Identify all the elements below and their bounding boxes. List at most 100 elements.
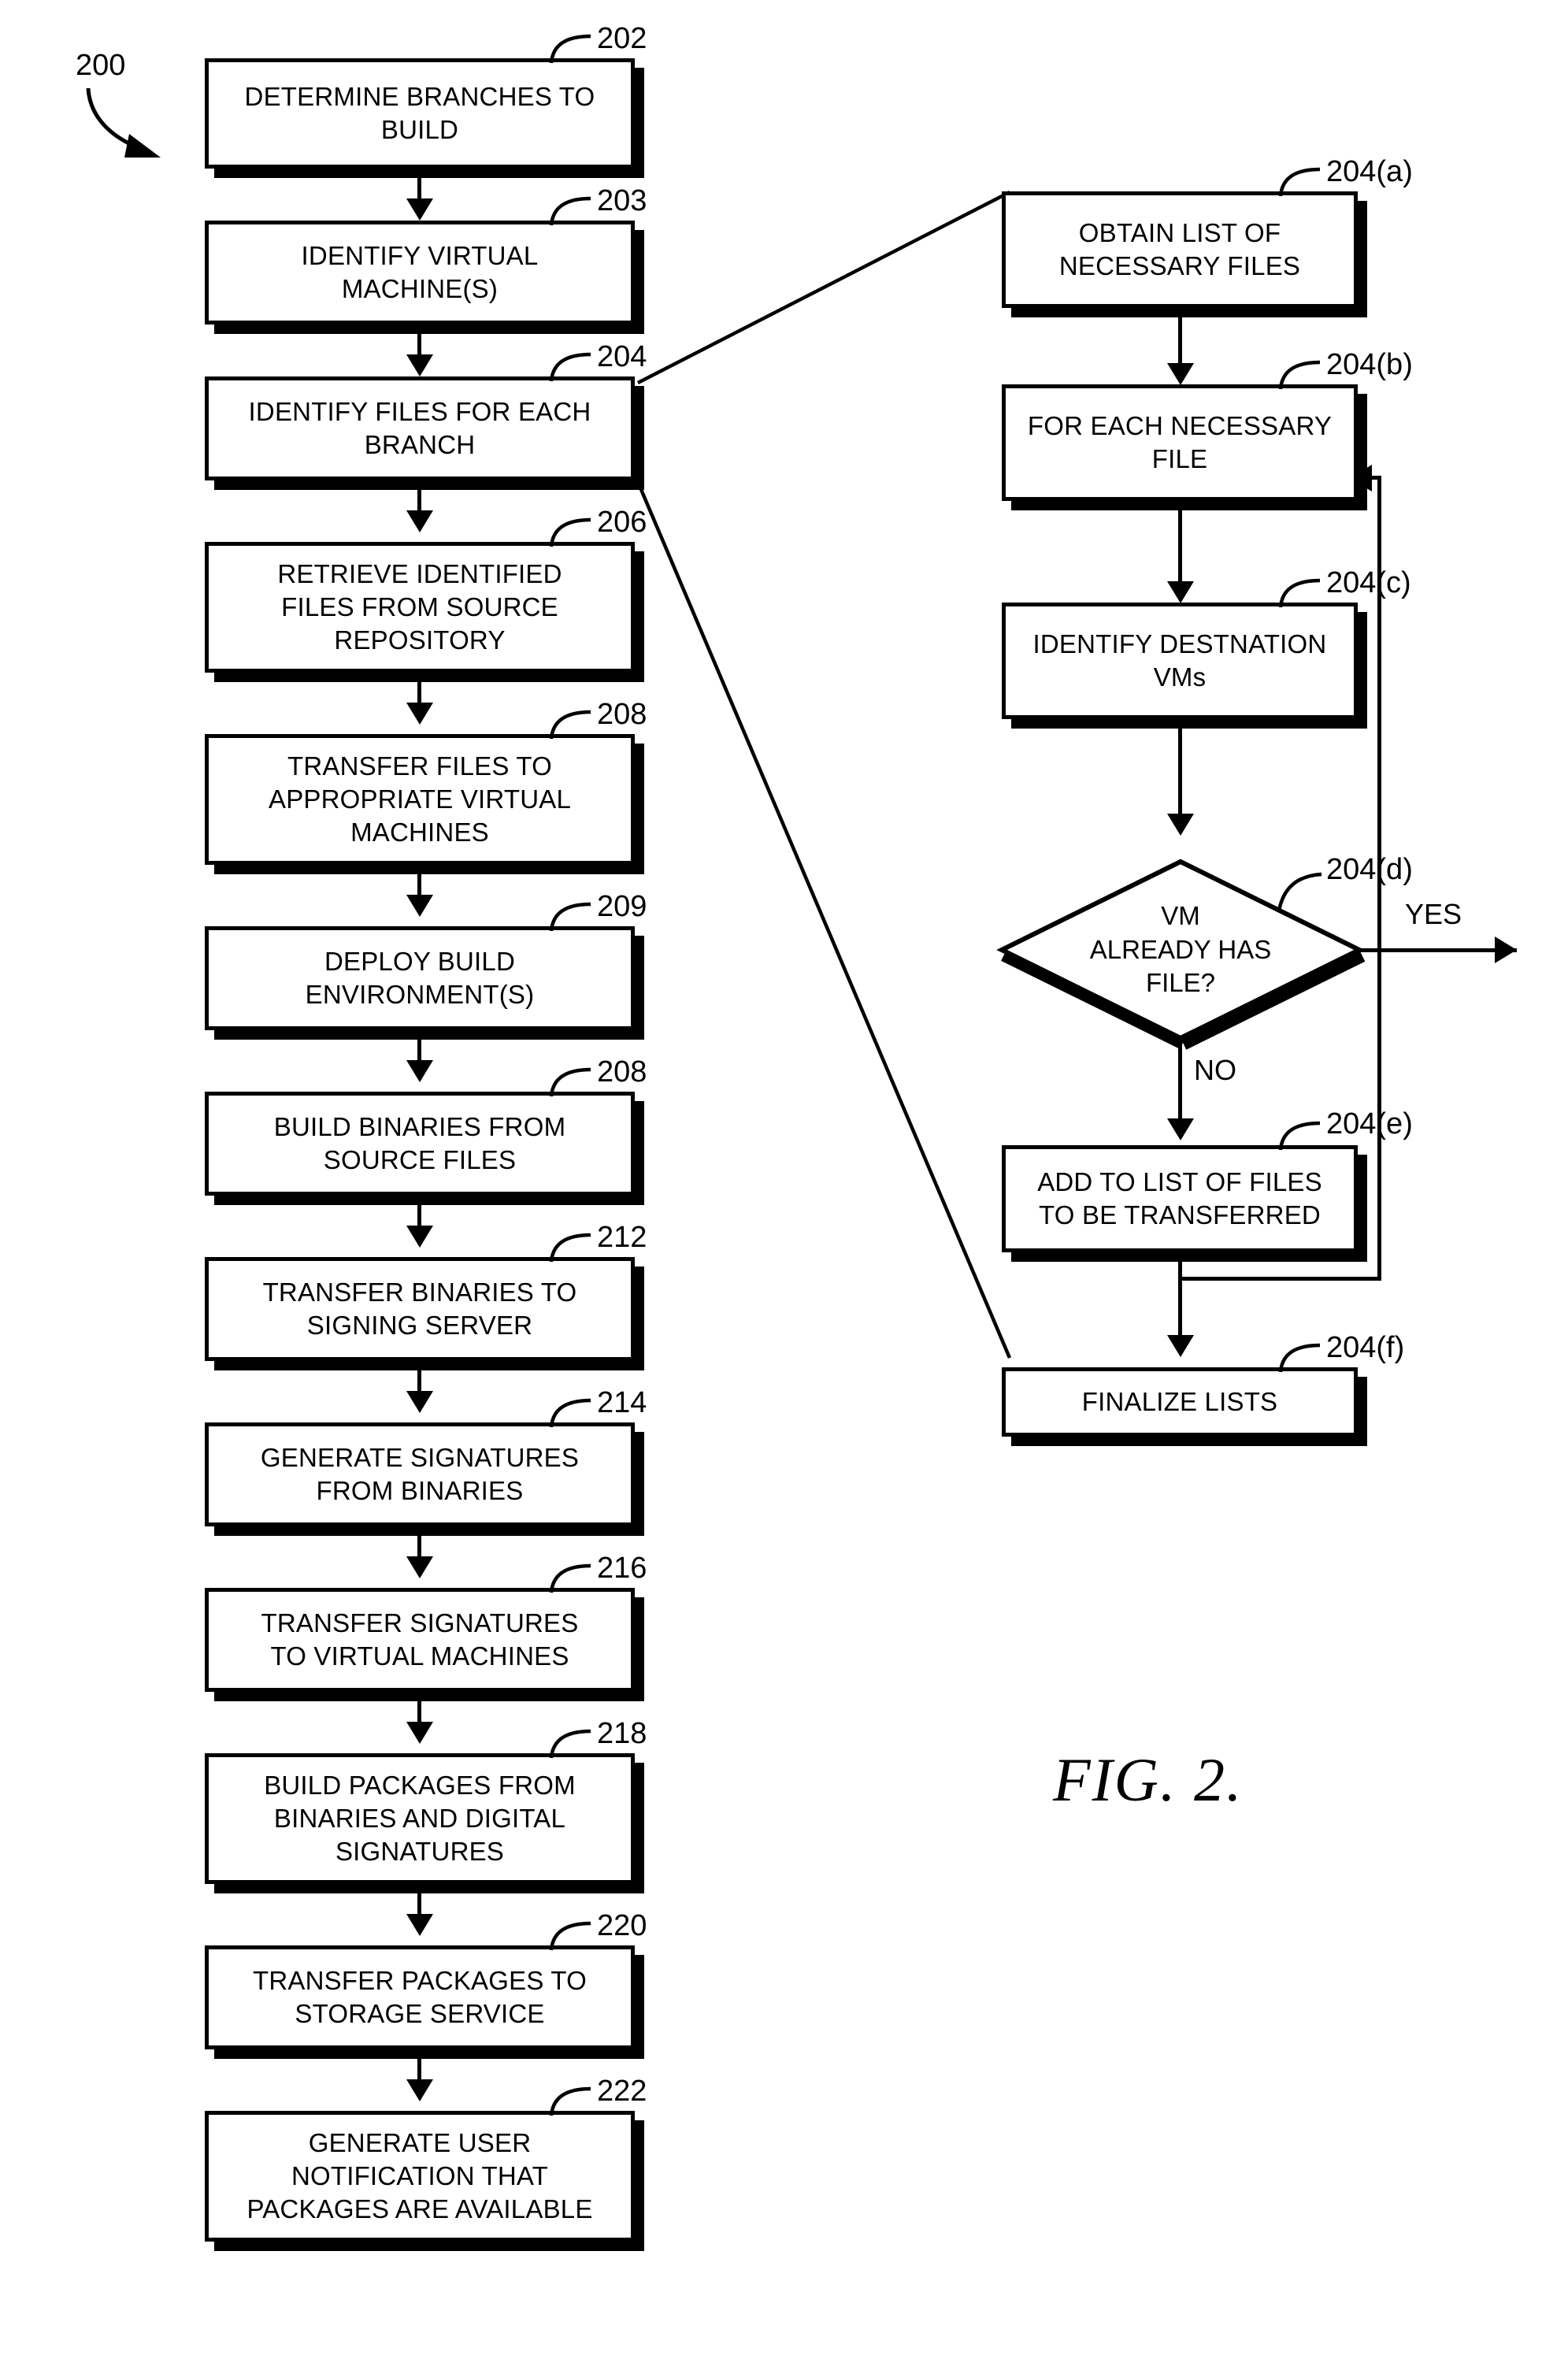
ref-202: 202	[597, 22, 647, 55]
arrowhead-down	[406, 354, 433, 376]
ref-204b: 204(b)	[1326, 348, 1413, 381]
step-label: DEPLOY BUILD ENVIRONMENT(S)	[305, 946, 535, 1009]
arrowhead-down	[406, 1914, 433, 1936]
substep-box-204c: IDENTIFY DESTNATION VMs	[1002, 603, 1358, 719]
substep-box-204a: OBTAIN LIST OF NECESSARY FILES	[1002, 191, 1358, 308]
ref-hook-202	[549, 34, 591, 64]
step-box-204: IDENTIFY FILES FOR EACH BRANCH	[205, 376, 635, 480]
ref-218: 218	[597, 1717, 647, 1750]
expansion-leader-lower	[636, 481, 1012, 1359]
lead-arrow-200	[86, 87, 161, 158]
ref-208-build: 208	[597, 1055, 647, 1088]
step-label: BUILD BINARIES FROM SOURCE FILES	[273, 1111, 566, 1174]
step-label: TRANSFER PACKAGES TO STORAGE SERVICE	[253, 1965, 587, 2028]
ref-hook-204	[549, 352, 591, 382]
figure-caption: FIG. 2.	[1053, 1745, 1244, 1814]
arrowhead-down	[406, 1556, 433, 1578]
step-label: TRANSFER BINARIES TO SIGNING SERVER	[262, 1277, 577, 1340]
substep-box-204e: ADD TO LIST OF FILES TO BE TRANSFERRED	[1002, 1145, 1358, 1252]
ref-222: 222	[597, 2075, 647, 2108]
arrowhead-down	[406, 198, 433, 221]
connector-204e-204f	[1178, 1277, 1182, 1341]
step-box-208-transfer: TRANSFER FILES TO APPROPRIATE VIRTUAL MA…	[205, 734, 635, 865]
step-label: BUILD PACKAGES FROM BINARIES AND DIGITAL…	[264, 1770, 576, 1867]
yes-label: YES	[1405, 898, 1462, 930]
connector-204b-204c	[1178, 501, 1182, 588]
arrowhead-down	[406, 1391, 433, 1413]
ref-212: 212	[597, 1221, 647, 1254]
arrowhead-down	[1167, 814, 1194, 836]
ref-hook-204e	[1278, 1121, 1321, 1151]
figure-canvas: 200 DETERMINE BRANCHES TO BUILD 202 IDEN…	[0, 0, 1568, 2355]
ref-206: 206	[597, 506, 647, 539]
ref-214: 214	[597, 1386, 647, 1419]
arrowhead-down	[406, 1722, 433, 1744]
ref-hook-222	[549, 2086, 591, 2116]
substep-label: FOR EACH NECESSARY FILE	[1027, 410, 1333, 473]
step-box-222: GENERATE USER NOTIFICATION THAT PACKAGES…	[205, 2111, 635, 2242]
step-label: TRANSFER FILES TO APPROPRIATE VIRTUAL MA…	[268, 751, 571, 847]
ref-hook-218	[549, 1729, 591, 1759]
yes-branch-line	[1359, 948, 1517, 952]
arrowhead-down	[406, 895, 433, 917]
ref-hook-204b	[1278, 360, 1321, 390]
ref-hook-204d	[1277, 872, 1322, 911]
arrowhead-down	[1167, 363, 1194, 385]
arrowhead-down	[1167, 1118, 1194, 1140]
ref-209: 209	[597, 890, 647, 923]
substep-label: OBTAIN LIST OF NECESSARY FILES	[1058, 217, 1301, 280]
step-label: IDENTIFY VIRTUAL MACHINE(S)	[301, 240, 539, 303]
ref-hook-204c	[1278, 578, 1321, 608]
arrowhead-right	[1495, 936, 1517, 963]
step-label: IDENTIFY FILES FOR EACH BRANCH	[248, 396, 591, 459]
ref-204d: 204(d)	[1326, 853, 1413, 886]
ref-hook-208b	[549, 1067, 591, 1097]
ref-hook-206	[549, 517, 591, 547]
step-label: GENERATE SIGNATURES FROM BINARIES	[260, 1442, 580, 1505]
ref-hook-214	[549, 1398, 591, 1428]
connector-204c-204d	[1178, 719, 1182, 820]
ref-204: 204	[597, 340, 647, 373]
ref-203: 203	[597, 184, 647, 217]
step-box-209: DEPLOY BUILD ENVIRONMENT(S)	[205, 926, 635, 1030]
step-label: GENERATE USER NOTIFICATION THAT PACKAGES…	[247, 2127, 593, 2224]
ref-hook-220	[549, 1921, 591, 1951]
step-label: TRANSFER SIGNATURES TO VIRTUAL MACHINES	[261, 1608, 579, 1671]
arrowhead-down	[1167, 581, 1194, 603]
no-branch-line	[1178, 1038, 1182, 1125]
substep-label: FINALIZE LISTS	[1081, 1386, 1278, 1416]
loopback-horizontal	[1178, 1277, 1381, 1281]
step-box-208-build: BUILD BINARIES FROM SOURCE FILES	[205, 1092, 635, 1196]
substep-label: IDENTIFY DESTNATION VMs	[1032, 629, 1327, 692]
ref-200: 200	[76, 49, 126, 82]
step-box-214: GENERATE SIGNATURES FROM BINARIES	[205, 1422, 635, 1526]
arrowhead-down	[406, 703, 433, 725]
substep-box-204b: FOR EACH NECESSARY FILE	[1002, 384, 1358, 501]
substep-box-204f: FINALIZE LISTS	[1002, 1367, 1358, 1437]
step-box-203: IDENTIFY VIRTUAL MACHINE(S)	[205, 221, 635, 325]
connector-204a-204b	[1178, 308, 1182, 369]
arrowhead-down	[406, 510, 433, 532]
ref-204f: 204(f)	[1326, 1331, 1405, 1364]
decision-text: VM ALREADY HAS FILE?	[1089, 900, 1272, 998]
ref-hook-209	[549, 902, 591, 932]
expansion-leader-upper	[636, 190, 1011, 385]
step-box-220: TRANSFER PACKAGES TO STORAGE SERVICE	[205, 1945, 635, 2049]
ref-hook-204f	[1278, 1343, 1321, 1373]
ref-hook-208a	[549, 710, 591, 740]
no-label: NO	[1194, 1054, 1236, 1086]
arrowhead-down	[1167, 1335, 1194, 1357]
ref-hook-203	[549, 196, 591, 226]
step-box-218: BUILD PACKAGES FROM BINARIES AND DIGITAL…	[205, 1753, 635, 1884]
ref-204a: 204(a)	[1326, 155, 1413, 188]
step-label: DETERMINE BRANCHES TO BUILD	[244, 81, 595, 144]
ref-208-transfer: 208	[597, 698, 647, 731]
ref-204c: 204(c)	[1326, 566, 1411, 599]
step-box-212: TRANSFER BINARIES TO SIGNING SERVER	[205, 1257, 635, 1361]
substep-label: ADD TO LIST OF FILES TO BE TRANSFERRED	[1037, 1166, 1322, 1229]
ref-216: 216	[597, 1552, 647, 1585]
ref-hook-212	[549, 1233, 591, 1263]
arrowhead-down	[406, 1060, 433, 1082]
step-label: RETRIEVE IDENTIFIED FILES FROM SOURCE RE…	[277, 558, 562, 655]
arrowhead-down	[406, 2079, 433, 2101]
